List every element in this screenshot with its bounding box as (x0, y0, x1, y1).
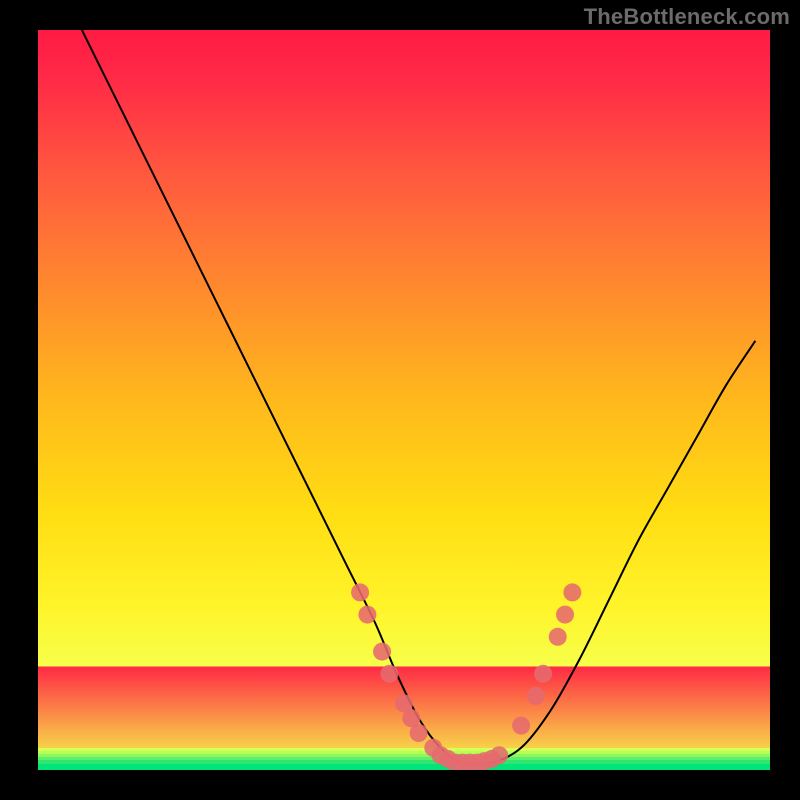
highlight-marker (380, 665, 398, 683)
highlight-marker (549, 628, 567, 646)
green-band (38, 748, 770, 770)
highlight-marker (563, 583, 581, 601)
highlight-marker (373, 643, 391, 661)
chart-stage: TheBottleneck.com (0, 0, 800, 800)
watermark-text: TheBottleneck.com (584, 4, 790, 30)
gradient-background (38, 30, 770, 770)
bottleneck-chart (0, 0, 800, 800)
plot-area (38, 30, 770, 770)
highlight-marker (534, 665, 552, 683)
highlight-marker (556, 606, 574, 624)
highlight-marker (512, 717, 530, 735)
highlight-marker (351, 583, 369, 601)
highlight-marker (527, 687, 545, 705)
highlight-marker (358, 606, 376, 624)
highlight-marker (490, 746, 508, 764)
highlight-marker (410, 724, 428, 742)
